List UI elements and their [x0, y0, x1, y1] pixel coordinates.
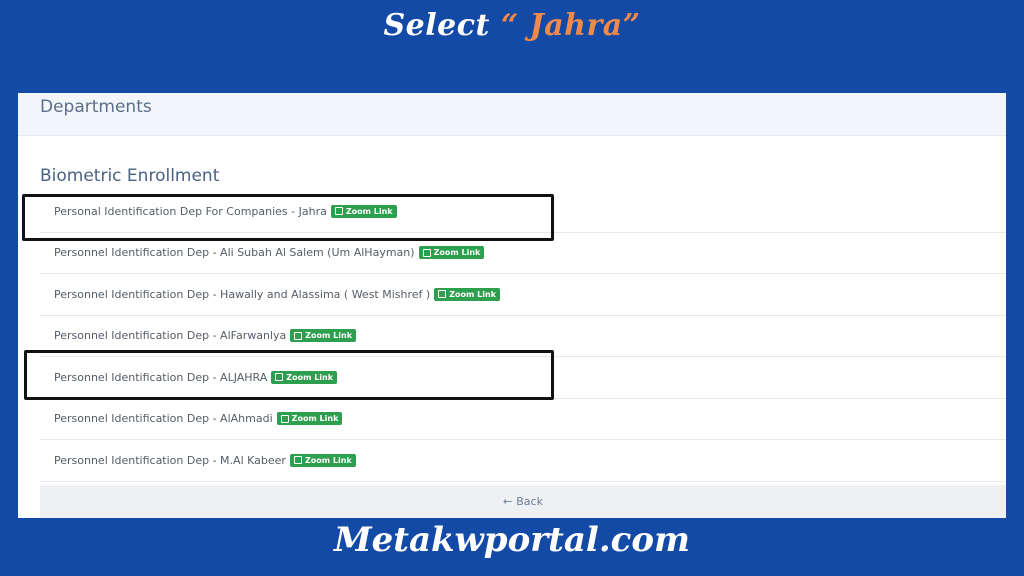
list-item[interactable]: Personnel Identification Dep - AlAhmadi …	[40, 399, 1006, 440]
list-item[interactable]: Personnel Identification Dep - Ali Subah…	[40, 233, 1006, 274]
back-label: Back	[516, 495, 543, 508]
external-link-icon	[293, 456, 302, 465]
zoom-link-label: Zoom Link	[433, 248, 481, 258]
departments-header-title: Departments	[40, 97, 152, 117]
panel-footer: ← Back	[40, 485, 1006, 518]
arrow-left-icon: ←	[503, 495, 513, 508]
list-item-label[interactable]: Personal Identification Dep For Companie…	[54, 205, 327, 218]
list-item[interactable]: Personnel Identification Dep - AlFarwanl…	[40, 316, 1006, 357]
zoom-link-label: Zoom Link	[291, 414, 339, 424]
zoom-link-button[interactable]: Zoom Link	[271, 370, 338, 384]
list-item[interactable]: Personal Identification Dep For Companie…	[40, 191, 1006, 233]
zoom-link-label: Zoom Link	[449, 289, 496, 299]
list-item[interactable]: Personnel Identification Dep - ALJAHRA Z…	[40, 357, 1006, 399]
external-link-icon	[294, 331, 303, 340]
zoom-link-button[interactable]: Zoom Link	[434, 287, 500, 301]
list-item-label[interactable]: Personnel Identification Dep - AlAhmadi	[54, 412, 273, 425]
banner-title: Select “ Jahra”	[0, 8, 1024, 43]
external-link-icon	[438, 290, 447, 299]
departments-header: Departments	[18, 93, 1006, 136]
zoom-link-button[interactable]: Zoom Link	[418, 246, 485, 260]
banner-highlight: “ Jahra”	[500, 8, 641, 43]
list-item[interactable]: Personnel Identification Dep - M.Al Kabe…	[40, 440, 1006, 482]
list-item-label[interactable]: Personnel Identification Dep - M.Al Kabe…	[54, 454, 286, 467]
section-title: Biometric Enrollment	[40, 166, 220, 186]
external-link-icon	[422, 248, 431, 257]
zoom-link-label: Zoom Link	[286, 372, 334, 382]
zoom-link-label: Zoom Link	[305, 331, 353, 341]
zoom-link-button[interactable]: Zoom Link	[290, 329, 357, 343]
zoom-link-label: Zoom Link	[345, 206, 393, 216]
external-link-icon	[334, 207, 343, 216]
zoom-link-button[interactable]: Zoom Link	[276, 412, 343, 426]
banner-prefix: Select	[383, 8, 501, 43]
site-footer-text: Metakwportal.com	[333, 520, 691, 560]
list-item[interactable]: Personnel Identification Dep - Hawally a…	[40, 274, 1006, 316]
zoom-link-button[interactable]: Zoom Link	[330, 204, 397, 218]
departments-panel: Departments Biometric Enrollment Persona…	[18, 93, 1006, 518]
external-link-icon	[275, 373, 284, 382]
zoom-link-button[interactable]: Zoom Link	[289, 453, 356, 467]
list-item-label[interactable]: Personnel Identification Dep - ALJAHRA	[54, 371, 267, 384]
list-item-label[interactable]: Personnel Identification Dep - Hawally a…	[54, 288, 430, 301]
list-item-label[interactable]: Personnel Identification Dep - Ali Subah…	[54, 246, 415, 259]
list-item-label[interactable]: Personnel Identification Dep - AlFarwanl…	[54, 329, 286, 342]
back-button[interactable]: ← Back	[503, 495, 543, 508]
zoom-link-label: Zoom Link	[304, 455, 352, 465]
external-link-icon	[280, 414, 289, 423]
department-list: Personal Identification Dep For Companie…	[40, 191, 1006, 482]
